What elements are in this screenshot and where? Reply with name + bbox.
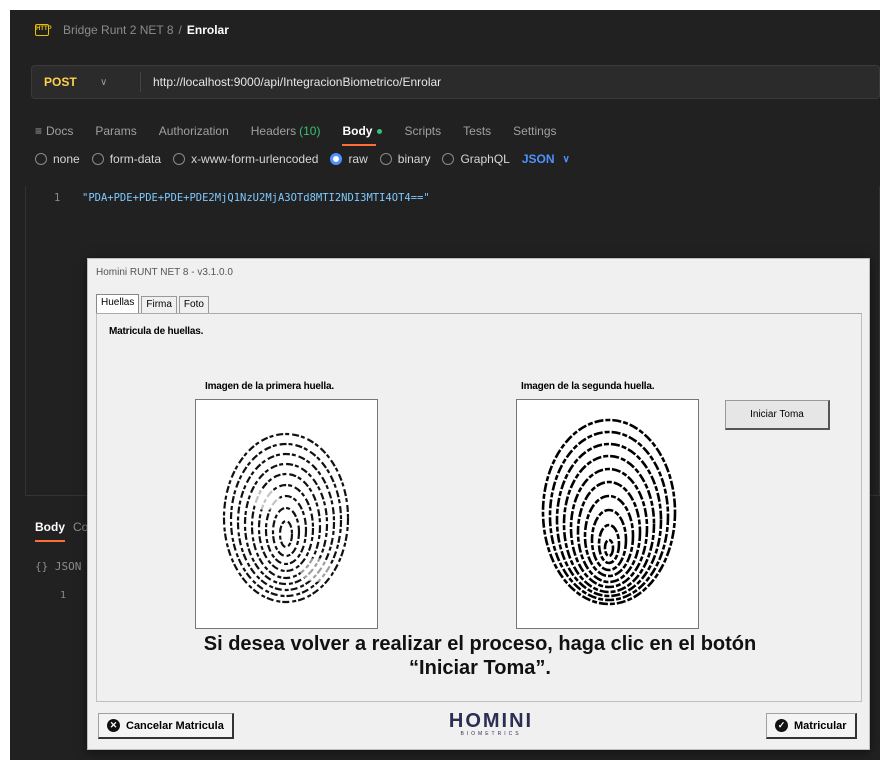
logo-wordmark: HOMINI [448, 710, 534, 732]
check-circle-icon: ✓ [775, 719, 788, 732]
tab-huellas[interactable]: Huellas [96, 294, 140, 313]
enroll-label: Matricular [794, 719, 847, 732]
chevron-down-icon: ∨ [562, 153, 570, 165]
enroll-button[interactable]: ✓ Matricular [766, 713, 857, 739]
radio-binary-label: binary [397, 152, 431, 166]
body-format-select[interactable]: JSON ∨ [522, 152, 570, 166]
tab-body-label: Body [342, 124, 373, 138]
tab-scripts[interactable]: Scripts [404, 117, 441, 145]
radio-raw[interactable]: raw [330, 152, 368, 166]
tab-firma[interactable]: Firma [141, 296, 177, 313]
breadcrumb-collection[interactable]: Bridge Runt 2 NET 8 [63, 23, 174, 37]
radio-checked-icon [330, 153, 343, 165]
dialog-footer: ✕ Cancelar Matricula HOMINI BIOMETRICS ✓… [96, 707, 862, 743]
http-method-select[interactable]: POST [32, 75, 100, 89]
fingerprint-icon [222, 432, 350, 604]
dialog-tabs: Huellas Firma Foto [96, 294, 862, 314]
tab-settings[interactable]: Settings [513, 117, 556, 145]
headers-count-badge: (10) [299, 124, 321, 138]
first-print-label: Imagen de la primera huella. [205, 381, 334, 392]
body-active-dot-icon [377, 128, 383, 134]
request-url-bar: POST ∨ http://localhost:9000/api/Integra… [31, 65, 880, 99]
second-fingerprint-image [516, 399, 699, 629]
fingerprint-icon [541, 418, 677, 606]
docs-icon: ≡ [35, 124, 43, 138]
tab-foto[interactable]: Foto [178, 296, 209, 313]
instruction-line-2: “Iniciar Toma”. [409, 657, 551, 679]
response-line-number: 1 [60, 590, 67, 601]
url-input[interactable]: http://localhost:9000/api/IntegracionBio… [153, 75, 441, 89]
http-request-icon: HTTP [35, 24, 52, 36]
tab-authorization[interactable]: Authorization [159, 117, 229, 145]
radio-binary[interactable]: binary [379, 152, 431, 166]
tab-body[interactable]: Body [342, 117, 383, 146]
instruction-text: Si desea volver a realizar el proceso, h… [97, 632, 863, 680]
radio-graphql[interactable]: GraphQL [442, 152, 510, 166]
radio-graphql-label: GraphQL [460, 152, 510, 166]
breadcrumb-separator: / [178, 23, 182, 37]
response-tabs: Body Co [35, 520, 88, 542]
close-circle-icon: ✕ [107, 719, 120, 732]
radio-none[interactable]: none [35, 152, 80, 166]
dialog-title: Homini RUNT NET 8 - v3.1.0.0 [96, 267, 233, 278]
divider [140, 72, 141, 92]
request-tabs: ≡ Docs Params Authorization Headers (10) B… [35, 117, 579, 146]
first-fingerprint-image [195, 399, 378, 629]
response-tab-body[interactable]: Body [35, 520, 65, 542]
start-capture-button[interactable]: Iniciar Toma [725, 400, 830, 430]
tab-params[interactable]: Params [95, 117, 136, 145]
radio-circle-icon [442, 153, 455, 165]
panel-heading: Matricula de huellas. [109, 326, 204, 337]
body-format-label: JSON [521, 152, 555, 166]
radio-form-data-label: form-data [109, 152, 162, 166]
radio-urlencoded[interactable]: x-www-form-urlencoded [173, 152, 318, 166]
second-print-label: Imagen de la segunda huella. [521, 381, 655, 392]
homini-logo: HOMINI BIOMETRICS [436, 711, 546, 737]
radio-urlencoded-label: x-www-form-urlencoded [191, 152, 319, 166]
cancel-enrollment-button[interactable]: ✕ Cancelar Matricula [98, 713, 234, 739]
instruction-line-1: Si desea volver a realizar el proceso, h… [203, 633, 757, 655]
body-content[interactable]: "PDA+PDE+PDE+PDE+PDE2MjQ1NzU2MjA3OTd8MTI… [82, 192, 430, 204]
code-line: 1 "PDA+PDE+PDE+PDE+PDE2MjQ1NzU2MjA3OTd8M… [54, 192, 430, 204]
radio-circle-icon [35, 153, 47, 165]
radio-circle-icon [173, 153, 186, 165]
radio-none-label: none [53, 152, 80, 166]
cancel-enrollment-label: Cancelar Matricula [126, 719, 224, 732]
radio-circle-icon [379, 153, 392, 165]
radio-form-data[interactable]: form-data [91, 152, 162, 166]
homini-dialog: Homini RUNT NET 8 - v3.1.0.0 Huellas Fir… [87, 258, 870, 750]
tab-headers[interactable]: Headers (10) [251, 117, 321, 145]
breadcrumb-request-name[interactable]: Enrolar [187, 23, 229, 37]
breadcrumb: HTTP Bridge Runt 2 NET 8 / Enrolar [10, 10, 880, 50]
radio-raw-label: raw [348, 152, 368, 166]
response-format-select[interactable]: {} JSON [35, 560, 81, 573]
tab-docs[interactable]: ≡ Docs [35, 117, 73, 145]
chevron-down-icon[interactable]: ∨ [100, 77, 140, 88]
radio-circle-icon [91, 153, 104, 165]
huellas-panel: Matricula de huellas. Imagen de la prime… [96, 314, 862, 702]
line-number: 1 [54, 192, 61, 204]
body-type-selector: none form-data x-www-form-urlencoded raw… [35, 152, 570, 166]
tab-docs-label: Docs [46, 124, 74, 138]
tab-tests[interactable]: Tests [463, 117, 491, 145]
tab-headers-label: Headers [250, 124, 297, 138]
